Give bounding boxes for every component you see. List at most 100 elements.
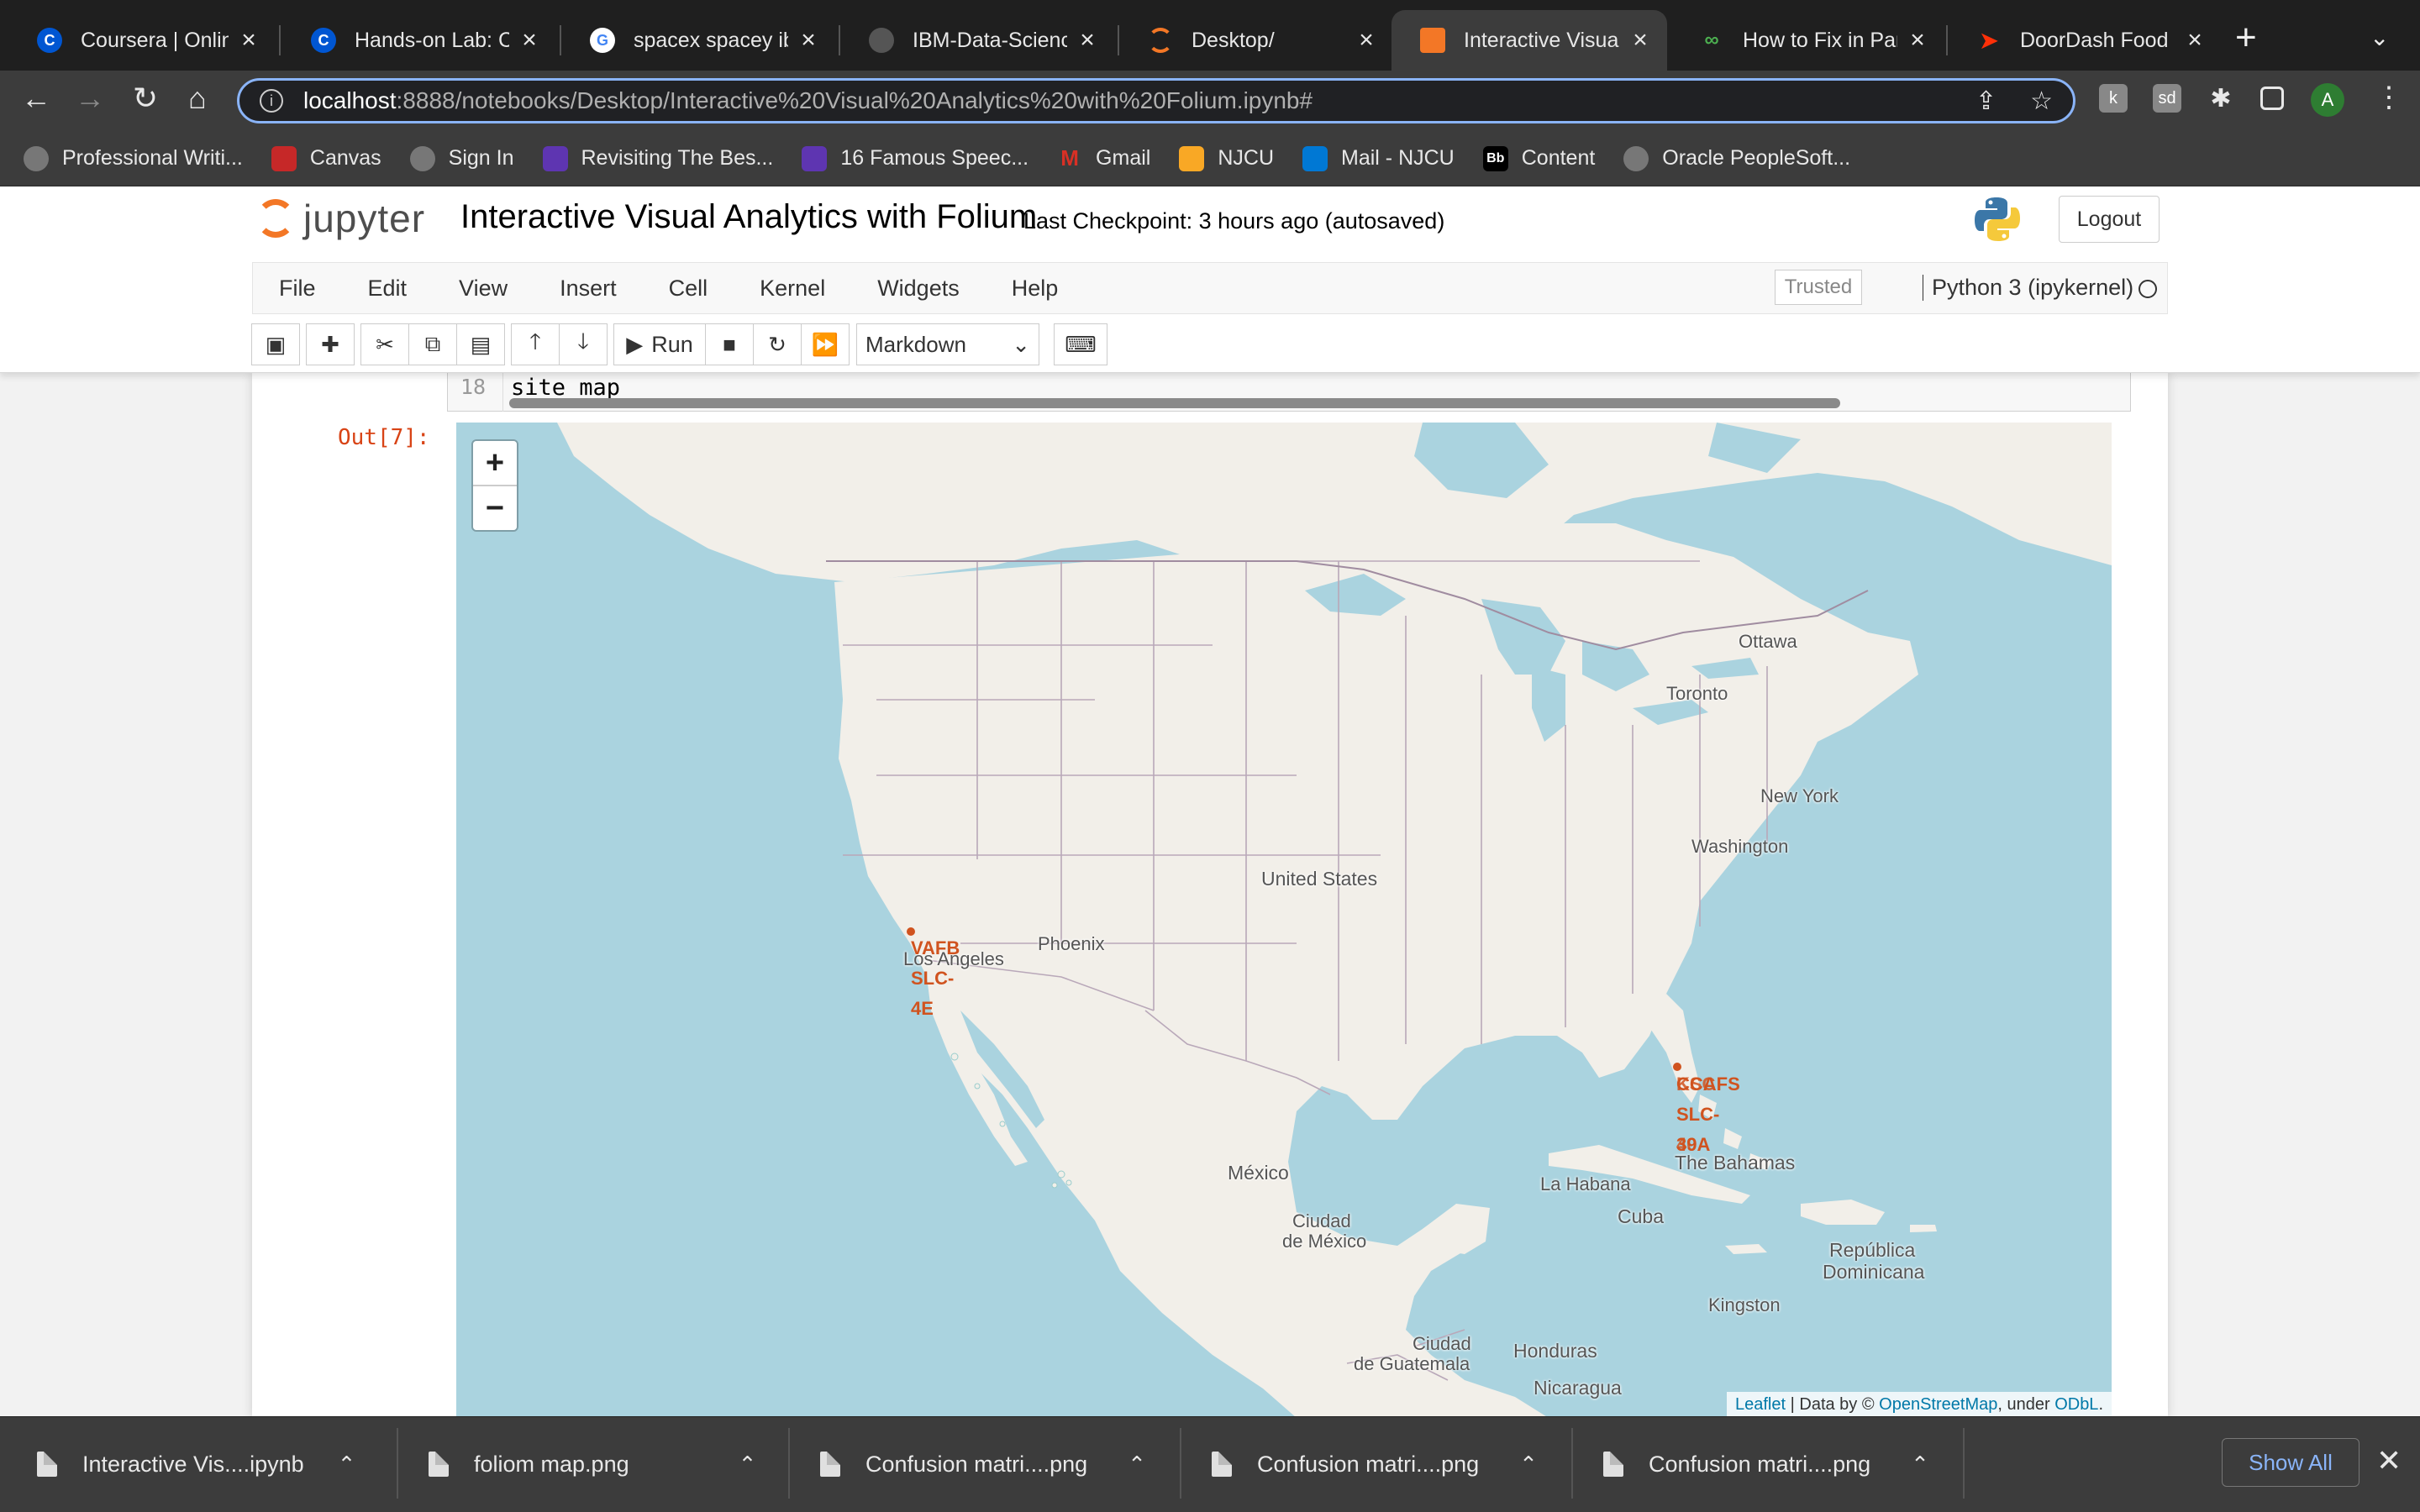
share-icon[interactable]: ⇪ [1975, 87, 1996, 116]
tab-github[interactable]: IBM-Data-Science × [840, 10, 1114, 71]
tab-google-search[interactable]: G spacex spacey ibi × [561, 10, 835, 71]
bookmark-oracle-peoplesoft[interactable]: Oracle PeopleSoft... [1623, 145, 1850, 171]
bookmark-content[interactable]: Bb Content [1482, 145, 1595, 171]
bookmark-gmail[interactable]: M Gmail [1057, 145, 1150, 171]
bookmark-njcu[interactable]: NJCU [1179, 145, 1274, 171]
home-icon[interactable]: ⌂ [178, 81, 217, 116]
site-info-icon[interactable]: i [260, 89, 283, 113]
close-tab-icon[interactable]: × [1076, 26, 1099, 55]
attribution-text: , under [1997, 1395, 2055, 1414]
bookmark-revisiting[interactable]: Revisiting The Bes... [542, 145, 773, 171]
url-text[interactable]: localhost:8888/notebooks/Desktop/Interac… [303, 87, 1313, 114]
bookmark-mail-njcu[interactable]: Mail - NJCU [1302, 145, 1455, 171]
close-tab-icon[interactable]: × [518, 26, 541, 55]
show-all-downloads-button[interactable]: Show All [2222, 1438, 2360, 1487]
leaflet-link[interactable]: Leaflet [1735, 1395, 1786, 1414]
run-label: Run [651, 331, 693, 357]
tab-coursera-online[interactable]: C Coursera | Online × [8, 10, 276, 71]
tab-doordash[interactable]: ➤ DoorDash Food D × [1948, 10, 2222, 71]
interrupt-button[interactable]: ■ [705, 323, 754, 365]
zoom-out-button[interactable]: − [473, 486, 517, 530]
menu-cell[interactable]: Cell [643, 276, 734, 302]
menu-view[interactable]: View [433, 276, 534, 302]
extensions-puzzle-icon[interactable]: ✱ [2207, 84, 2235, 113]
chevron-up-icon[interactable]: ⌃ [1128, 1452, 1146, 1478]
extension-sd-icon[interactable]: sd [2153, 84, 2181, 113]
trusted-indicator[interactable]: Trusted [1775, 270, 1862, 305]
bookmark-professional-writing[interactable]: Professional Writi... [24, 145, 243, 171]
extension-icon[interactable]: k [2099, 84, 2128, 113]
command-palette-button[interactable]: ⌨ [1054, 323, 1107, 365]
close-tab-icon[interactable]: × [1628, 26, 1652, 55]
menu-insert[interactable]: Insert [534, 276, 643, 302]
menu-widgets[interactable]: Widgets [851, 276, 986, 302]
close-tab-icon[interactable]: × [237, 26, 260, 55]
attribution-text: . [2098, 1395, 2103, 1414]
odbl-link[interactable]: ODbL [2054, 1395, 2098, 1414]
move-up-button[interactable]: 🡑 [511, 323, 560, 365]
reload-icon[interactable]: ↻ [126, 81, 165, 116]
restart-run-all-button[interactable]: ⏩ [801, 323, 850, 365]
restart-button[interactable]: ↻ [753, 323, 802, 365]
bookmark-star-icon[interactable]: ☆ [2030, 87, 2053, 116]
cut-button[interactable]: ✂ [360, 323, 409, 365]
zoom-in-button[interactable]: + [473, 441, 517, 485]
tab-hands-on-lab[interactable]: C Hands-on Lab: Co × [282, 10, 556, 71]
close-tab-icon[interactable]: × [2183, 26, 2207, 55]
swell-icon [542, 145, 568, 171]
move-down-button[interactable]: 🡓 [559, 323, 608, 365]
profile-avatar[interactable]: A [2311, 83, 2344, 117]
tab-search-chevron-icon[interactable]: ⌄ [2370, 24, 2389, 51]
horizontal-scrollbar[interactable] [509, 398, 1840, 408]
close-tab-icon[interactable]: × [797, 26, 820, 55]
tab-interactive-visual[interactable]: Interactive Visual × [1392, 10, 1667, 71]
file-icon [1603, 1452, 1623, 1477]
close-tab-icon[interactable]: × [1906, 26, 1929, 55]
insert-cell-button[interactable]: ✚ [306, 323, 355, 365]
chevron-up-icon[interactable]: ⌃ [338, 1452, 356, 1478]
bookmark-canvas[interactable]: Canvas [271, 145, 381, 171]
bookmark-sign-in[interactable]: Sign In [409, 145, 514, 171]
new-tab-button[interactable]: + [2235, 17, 2257, 59]
download-item[interactable]: Confusion matri....png ⌃ [1212, 1436, 1538, 1492]
code-text[interactable]: site_map [511, 375, 620, 401]
bookmark-famous-speeches[interactable]: 16 Famous Speec... [802, 145, 1028, 171]
download-item[interactable]: foliom map.png ⌃ [429, 1436, 756, 1492]
copy-button[interactable]: ⧉ [408, 323, 457, 365]
download-item[interactable]: Interactive Vis....ipynb ⌃ [37, 1436, 355, 1492]
side-panel-icon[interactable] [2260, 87, 2284, 110]
tab-how-to-fix-pandas[interactable]: ∞ How to Fix in Pan × [1670, 10, 1944, 71]
menu-help[interactable]: Help [986, 276, 1085, 302]
chevron-up-icon[interactable]: ⌃ [739, 1452, 757, 1478]
kernel-name[interactable]: Python 3 (ipykernel) [1923, 275, 2133, 301]
back-arrow-icon[interactable]: ← [17, 81, 55, 116]
folium-map[interactable]: + − Ottawa Toronto New York Washington U… [456, 423, 2112, 1418]
forward-arrow-icon[interactable]: → [71, 81, 109, 116]
menu-kernel[interactable]: Kernel [734, 276, 851, 302]
jupyter-logo[interactable]: jupyter [256, 195, 425, 242]
arrow-up-icon: 🡑 [529, 328, 541, 354]
address-bar[interactable]: i localhost:8888/notebooks/Desktop/Inter… [237, 78, 2075, 123]
notebook-title[interactable]: Interactive Visual Analytics with Folium [460, 198, 1037, 236]
tab-desktop[interactable]: Desktop/ × [1119, 10, 1393, 71]
chevron-up-icon[interactable]: ⌃ [1911, 1452, 1929, 1478]
close-tab-icon[interactable]: × [1355, 26, 1378, 55]
download-item[interactable]: Confusion matri....png ⌃ [820, 1436, 1146, 1492]
close-downloads-icon[interactable]: ✕ [2376, 1443, 2402, 1478]
paste-button[interactable]: ▤ [456, 323, 505, 365]
plus-icon: ✚ [321, 331, 339, 357]
copy-icon: ⧉ [424, 331, 441, 356]
download-item[interactable]: Confusion matri....png ⌃ [1603, 1436, 1929, 1492]
logout-button[interactable]: Logout [2059, 196, 2160, 243]
openstreetmap-link[interactable]: OpenStreetMap [1879, 1395, 1997, 1414]
menu-edit[interactable]: Edit [342, 276, 434, 302]
country-label: Dominicana [1823, 1261, 1925, 1283]
tab-title: Coursera | Online [81, 28, 229, 52]
chevron-up-icon[interactable]: ⌃ [1519, 1452, 1538, 1478]
run-button[interactable]: ▶ Run [613, 323, 706, 365]
browser-menu-icon[interactable]: ⋮ [2375, 81, 2403, 114]
save-button[interactable]: ▣ [251, 323, 300, 365]
menu-file[interactable]: File [253, 276, 342, 302]
cell-type-select[interactable]: Markdown ⌄ [856, 323, 1039, 365]
city-label: de México [1282, 1231, 1367, 1252]
